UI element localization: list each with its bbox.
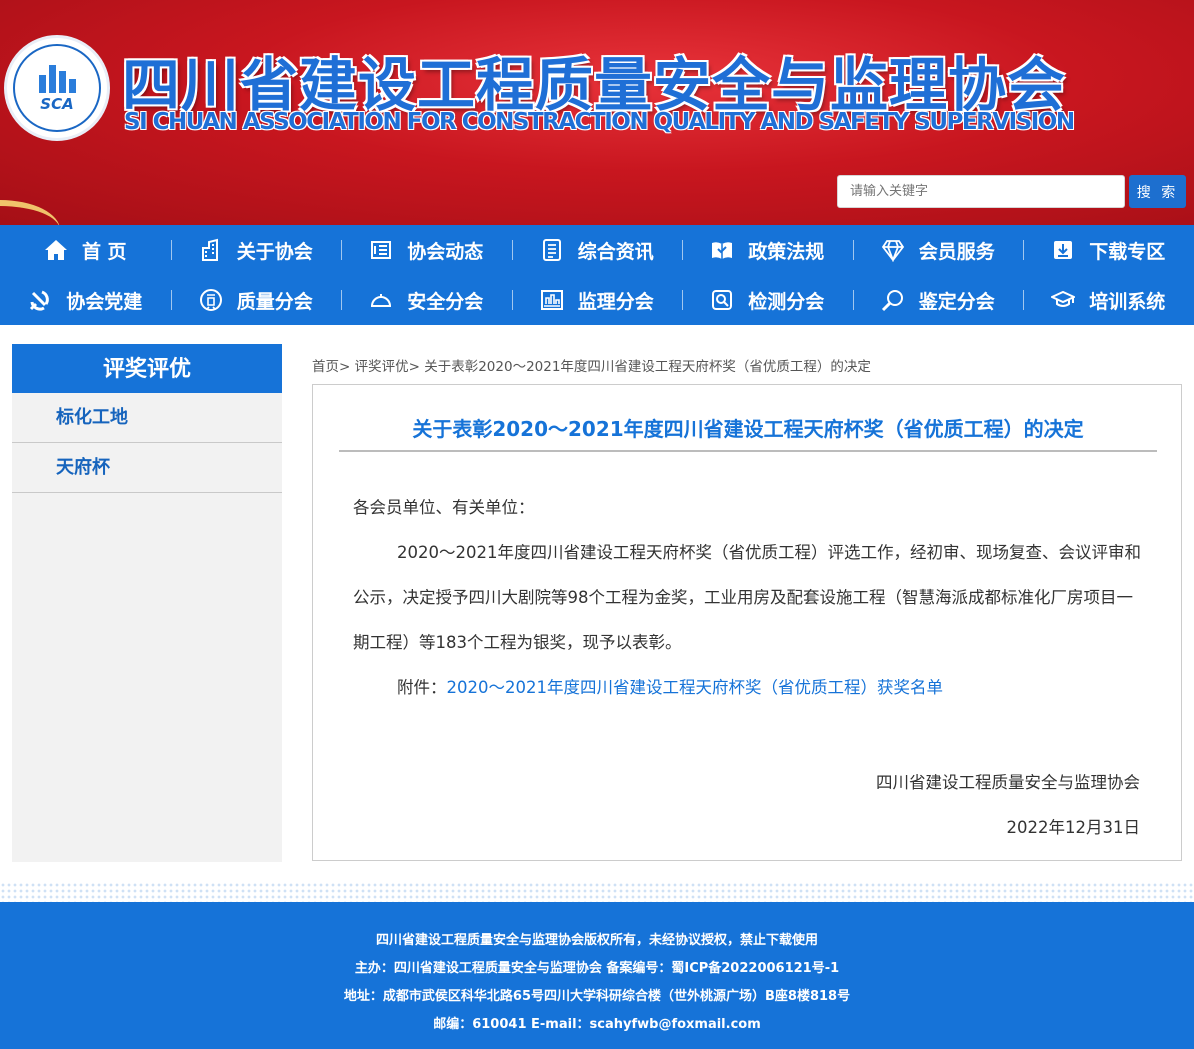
nav-label: 协会党建 xyxy=(66,290,143,313)
nav-item-member[interactable]: 会员服务 xyxy=(852,225,1024,275)
nav-item-download[interactable]: 下载专区 xyxy=(1023,225,1194,275)
nav-label: 培训系统 xyxy=(1089,290,1166,313)
footer-contact: 邮编：610041 E-mail：scahyfwb@foxmail.com xyxy=(433,1017,761,1032)
article-title: 关于表彰2020～2021年度四川省建设工程天府杯奖（省优质工程）的决定 xyxy=(412,417,1084,441)
nav-item-policy[interactable]: 政策法规 xyxy=(682,225,853,275)
party-icon xyxy=(28,288,52,312)
article-paragraph: 2020～2021年度四川省建设工程天府杯奖（省优质工程）评选工作，经初审、现场… xyxy=(353,543,1141,652)
nav-label: 下载专区 xyxy=(1089,240,1166,263)
logo-ring: SCA xyxy=(13,44,101,132)
nav-label: 质量分会 xyxy=(236,290,313,313)
nav-item-quality[interactable]: 质量分会 xyxy=(170,275,342,325)
sidebar: 评奖评优 标化工地 天府杯 xyxy=(12,344,282,862)
article-signature-block: 四川省建设工程质量安全与监理协会 2022年12月31日 xyxy=(876,760,1140,850)
nav-item-about[interactable]: 关于协会 xyxy=(170,225,342,275)
sidebar-title: 评奖评优 xyxy=(12,344,282,393)
inspection-icon xyxy=(710,288,734,312)
nav-label: 监理分会 xyxy=(577,290,654,313)
book-icon xyxy=(710,238,734,262)
article-date: 2022年12月31日 xyxy=(1006,818,1140,837)
footer-dot-pattern xyxy=(0,882,1194,902)
document-icon xyxy=(540,238,564,262)
news-icon xyxy=(369,238,393,262)
article-body: 各会员单位、有关单位： 2020～2021年度四川省建设工程天府杯奖（省优质工程… xyxy=(353,485,1143,710)
nav-item-inspection[interactable]: 检测分会 xyxy=(682,275,853,325)
nav-label: 检测分会 xyxy=(748,290,825,313)
attachment-link[interactable]: 2020～2021年度四川省建设工程天府杯奖（省优质工程）获奖名单 xyxy=(447,678,943,697)
helmet-icon xyxy=(369,288,393,312)
nav-label: 综合资讯 xyxy=(577,240,654,263)
nav-item-appraisal[interactable]: 鉴定分会 xyxy=(852,275,1024,325)
nav-label: 安全分会 xyxy=(407,290,484,313)
nav-item-info[interactable]: 综合资讯 xyxy=(511,225,683,275)
association-logo[interactable]: SCA xyxy=(4,35,110,141)
download-icon xyxy=(1051,238,1075,262)
nav-label: 协会动态 xyxy=(407,240,484,263)
quality-icon xyxy=(199,288,223,312)
main-navigation: 首 页 关于协会 协会动态 综合资讯 政策法规 会员服务 下载专区 协会党建 质… xyxy=(0,225,1194,325)
article-signature: 四川省建设工程质量安全与监理协会 xyxy=(876,773,1140,792)
nav-label: 关于协会 xyxy=(236,240,313,263)
footer-address: 地址：成都市武侯区科华北路65号四川大学科研综合楼（世外桃源广场）B座8楼818… xyxy=(343,989,851,1004)
footer-copyright: 四川省建设工程质量安全与监理协会版权所有，未经协议授权，禁止下载使用 xyxy=(375,933,818,948)
logo-buildings-icon xyxy=(38,63,76,93)
breadcrumb-current[interactable]: 关于表彰2020～2021年度四川省建设工程天府杯奖（省优质工程）的决定 xyxy=(424,359,871,375)
attachment-label: 附件： xyxy=(397,678,447,697)
nav-item-safety[interactable]: 安全分会 xyxy=(341,275,512,325)
nav-item-training[interactable]: 培训系统 xyxy=(1023,275,1194,325)
article-attachment: 附件：2020～2021年度四川省建设工程天府杯奖（省优质工程）获奖名单 xyxy=(353,665,1143,710)
building-icon xyxy=(199,238,223,262)
nav-label: 鉴定分会 xyxy=(918,290,995,313)
breadcrumb-home[interactable]: 首页 xyxy=(312,359,339,375)
magnifier-icon xyxy=(881,288,905,312)
breadcrumb: 首页> 评奖评优> 关于表彰2020～2021年度四川省建设工程天府杯奖（省优质… xyxy=(312,359,871,375)
nav-item-supervision[interactable]: 监理分会 xyxy=(511,275,683,325)
sidebar-item-standard-site[interactable]: 标化工地 xyxy=(12,393,282,443)
nav-label: 会员服务 xyxy=(918,240,995,263)
nav-label: 首 页 xyxy=(81,240,127,263)
nav-row-2: 协会党建 质量分会 安全分会 监理分会 检测分会 鉴定分会 培训系统 xyxy=(0,275,1194,325)
decorative-wave xyxy=(0,200,60,225)
sidebar-item-tianfu-cup[interactable]: 天府杯 xyxy=(12,443,282,493)
site-footer: 四川省建设工程质量安全与监理协会版权所有，未经协议授权，禁止下载使用 主办：四川… xyxy=(0,902,1194,1049)
supervision-icon xyxy=(540,288,564,312)
nav-item-home[interactable]: 首 页 xyxy=(0,225,171,275)
title-divider xyxy=(339,450,1157,452)
logo-text: SCA xyxy=(40,95,74,113)
site-header: SCA 四川省建设工程质量安全与监理协会 SI CHUAN ASSOCIATIO… xyxy=(0,0,1194,225)
search-button[interactable]: 搜 索 xyxy=(1129,175,1186,208)
home-icon xyxy=(44,238,68,262)
article-panel: 关于表彰2020～2021年度四川省建设工程天府杯奖（省优质工程）的决定 各会员… xyxy=(312,384,1182,861)
site-title-english: SI CHUAN ASSOCIATION FOR CONSTRACTION QU… xyxy=(124,109,1075,135)
nav-item-news[interactable]: 协会动态 xyxy=(341,225,512,275)
diamond-icon xyxy=(881,238,905,262)
search-input[interactable] xyxy=(837,175,1125,208)
breadcrumb-category[interactable]: 评奖评优 xyxy=(355,359,409,375)
nav-row-1: 首 页 关于协会 协会动态 综合资讯 政策法规 会员服务 下载专区 xyxy=(0,225,1194,275)
nav-item-party[interactable]: 协会党建 xyxy=(0,275,171,325)
graduation-icon xyxy=(1051,288,1076,312)
article-greeting: 各会员单位、有关单位： xyxy=(353,498,535,517)
footer-sponsor: 主办：四川省建设工程质量安全与监理协会 备案编号：蜀ICP备2022006121… xyxy=(354,961,840,976)
nav-label: 政策法规 xyxy=(748,240,825,263)
